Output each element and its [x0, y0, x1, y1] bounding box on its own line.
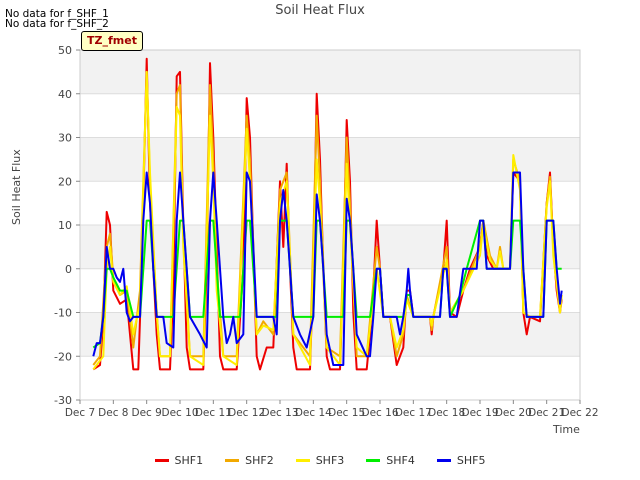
legend-label: SHF2	[245, 454, 274, 467]
y-tick-label: 30	[58, 132, 72, 145]
x-tick-label: Dec 7	[65, 407, 95, 419]
legend-item-shf3: SHF3	[295, 454, 345, 467]
x-tick-label: Dec 17	[395, 407, 432, 419]
y-tick-label: -20	[54, 350, 72, 363]
y-tick-label: 0	[65, 263, 72, 276]
x-tick-label: Dec 19	[461, 407, 498, 419]
legend-swatch	[366, 459, 381, 462]
plot-band	[80, 50, 580, 94]
legend-item-shf4: SHF4	[366, 454, 415, 467]
y-tick-label: -10	[54, 307, 72, 320]
x-tick-label: Dec 13	[261, 407, 298, 419]
y-tick-label: 40	[58, 88, 72, 101]
x-tick-label: Dec 9	[131, 407, 161, 419]
y-tick-label: 20	[58, 175, 72, 188]
legend-item-shf5: SHF5	[436, 454, 486, 467]
legend-label: SHF4	[386, 454, 415, 467]
x-tick-label: Dec 12	[228, 407, 265, 419]
x-tick-label: Dec 15	[328, 407, 365, 419]
legend-label: SHF5	[456, 454, 486, 467]
legend-swatch	[295, 459, 310, 462]
x-tick-label: Dec 11	[195, 407, 232, 419]
legend-label: SHF1	[174, 454, 204, 467]
legend: SHF1 SHF2 SHF3 SHF4 SHF5	[0, 454, 640, 467]
x-tick-label: Dec 10	[161, 407, 198, 419]
y-tick-label: 50	[58, 44, 72, 57]
legend-item-shf2: SHF2	[225, 454, 274, 467]
timezone-badge: TZ_fmet	[81, 31, 143, 51]
plot-band	[80, 137, 580, 182]
y-tick-label: 10	[58, 219, 72, 232]
x-tick-label: Dec 16	[361, 407, 398, 419]
x-tick-label: Dec 21	[528, 407, 565, 419]
x-tick-label: Dec 14	[295, 407, 332, 419]
y-tick-label: -30	[54, 394, 72, 407]
x-tick-label: Dec 18	[428, 407, 465, 419]
legend-item-shf1: SHF1	[154, 454, 204, 467]
legend-swatch	[436, 459, 451, 462]
x-tick-label: Dec 20	[495, 407, 532, 419]
legend-swatch	[225, 459, 240, 462]
legend-swatch	[154, 459, 169, 462]
legend-label: SHF3	[315, 454, 345, 467]
plot-area: -30-20-1001020304050Dec 7 Dec 8 Dec 9 Dec 1…	[54, 44, 598, 419]
x-tick-label: Dec 22	[561, 407, 598, 419]
x-tick-label: Dec 8	[98, 407, 128, 419]
